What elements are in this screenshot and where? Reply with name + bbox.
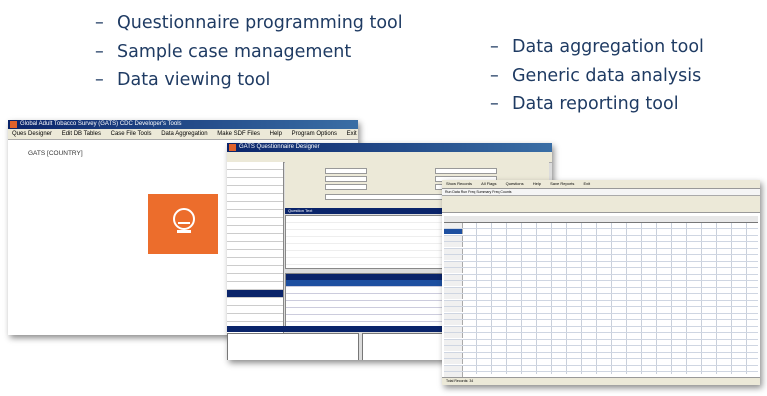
menu-data-aggregation[interactable]: Data Aggregation <box>161 131 207 137</box>
row-header-cell <box>444 339 463 345</box>
feature-list-right: – Data aggregation tool – Generic data ana… <box>490 33 704 119</box>
row-header-cell <box>444 365 463 371</box>
special-instructions-box[interactable] <box>227 333 359 360</box>
row-header-cell <box>444 326 463 332</box>
question-list-item[interactable] <box>227 282 283 290</box>
question-list[interactable] <box>227 162 284 354</box>
row-header-cell <box>444 274 463 280</box>
feature-list-left: – Questionnaire programming tool – Sample … <box>95 9 403 95</box>
row-header-cell <box>444 261 463 267</box>
question-list-item[interactable] <box>227 170 283 178</box>
property-field[interactable] <box>325 184 367 190</box>
menu-show-records[interactable]: Show Records <box>446 181 472 186</box>
question-list-item[interactable] <box>227 250 283 258</box>
question-list-item[interactable] <box>227 210 283 218</box>
question-list-item[interactable] <box>227 226 283 234</box>
window-titlebar: GATS Questionnaire Designer <box>227 143 552 152</box>
globe-icon <box>173 208 195 230</box>
window-titlebar: Global Adult Tobacco Survey (GATS) CDC D… <box>8 120 358 129</box>
question-list-item[interactable] <box>227 298 283 306</box>
row-header-cell <box>444 287 463 293</box>
question-list-item[interactable] <box>227 242 283 250</box>
question-list-item[interactable] <box>227 274 283 282</box>
row-header-cell <box>444 352 463 358</box>
row-header-cell <box>444 255 463 260</box>
row-header-cell <box>444 300 463 306</box>
question-list-item[interactable] <box>227 186 283 194</box>
row-header-cell <box>444 248 463 254</box>
menu-questions[interactable]: Questions <box>506 181 524 186</box>
menu-make-sdf-files[interactable]: Make SDF Files <box>217 131 260 137</box>
question-list-item[interactable] <box>227 218 283 226</box>
country-label: GATS [COUNTRY] <box>28 150 83 157</box>
property-field[interactable] <box>435 168 497 174</box>
data-viewer-window: Show Records All Flags Questions Help Sa… <box>442 180 760 385</box>
row-header-cell <box>444 333 463 338</box>
app-icon <box>229 144 236 151</box>
question-list-item[interactable] <box>227 162 283 170</box>
menu-help[interactable]: Help <box>270 131 282 137</box>
status-bar: Total Records: 34 <box>442 377 760 385</box>
feature-item: – Questionnaire programming tool <box>95 13 403 33</box>
row-header-cell <box>444 320 463 325</box>
question-list-item[interactable] <box>227 314 283 322</box>
data-table[interactable] <box>444 216 758 385</box>
gats-logo <box>148 194 218 254</box>
question-list-item[interactable] <box>227 266 283 274</box>
menu-exit[interactable]: Exit <box>583 181 590 186</box>
question-list-item[interactable] <box>227 234 283 242</box>
menu-edit-db-tables[interactable]: Edit DB Tables <box>62 131 101 137</box>
row-header-cell <box>444 313 463 319</box>
row-header-cell <box>444 242 463 247</box>
row-header-cell <box>444 294 463 299</box>
property-field[interactable] <box>325 168 367 174</box>
row-header-cell <box>444 359 463 364</box>
row-header-cell <box>444 235 463 241</box>
menu-bar: Ques Designer Edit DB Tables Case File T… <box>8 129 358 140</box>
question-list-item[interactable] <box>227 290 283 298</box>
row-header-cell <box>444 229 463 234</box>
row-header-cell <box>444 281 463 286</box>
app-icon <box>10 121 17 128</box>
question-list-item[interactable] <box>227 258 283 266</box>
feature-item: – Data aggregation tool <box>490 37 704 57</box>
row-header-cell <box>444 307 463 312</box>
row-header-cell <box>444 268 463 273</box>
menu-ques-designer[interactable]: Ques Designer <box>12 131 52 137</box>
menu-save-reports[interactable]: Save Reports <box>550 181 574 186</box>
globe-stand <box>177 230 191 233</box>
feature-item: – Data viewing tool <box>95 70 271 90</box>
viewer-menu: Show Records All Flags Questions Help Sa… <box>442 180 760 189</box>
menu-exit[interactable]: Exit <box>347 131 357 137</box>
feature-item: – Generic data analysis <box>490 65 702 86</box>
row-header-cell <box>444 346 463 351</box>
viewer-info-panel <box>442 196 760 213</box>
question-list-item[interactable] <box>227 306 283 314</box>
question-list-item[interactable] <box>227 202 283 210</box>
menu-program-options[interactable]: Program Options <box>292 131 337 137</box>
menu-all-flags[interactable]: All Flags <box>481 181 496 186</box>
menu-case-file-tools[interactable]: Case File Tools <box>111 131 152 137</box>
property-field[interactable] <box>325 176 367 182</box>
feature-item: – Data reporting tool <box>490 94 679 114</box>
menu-help[interactable]: Help <box>533 181 541 186</box>
row-header-cell <box>444 222 463 228</box>
question-list-item[interactable] <box>227 178 283 186</box>
question-list-item[interactable] <box>227 194 283 202</box>
feature-item: – Sample case management <box>95 41 352 62</box>
viewer-tabs[interactable]: Run Data Run Freq Summary Freq Counts <box>442 189 760 196</box>
